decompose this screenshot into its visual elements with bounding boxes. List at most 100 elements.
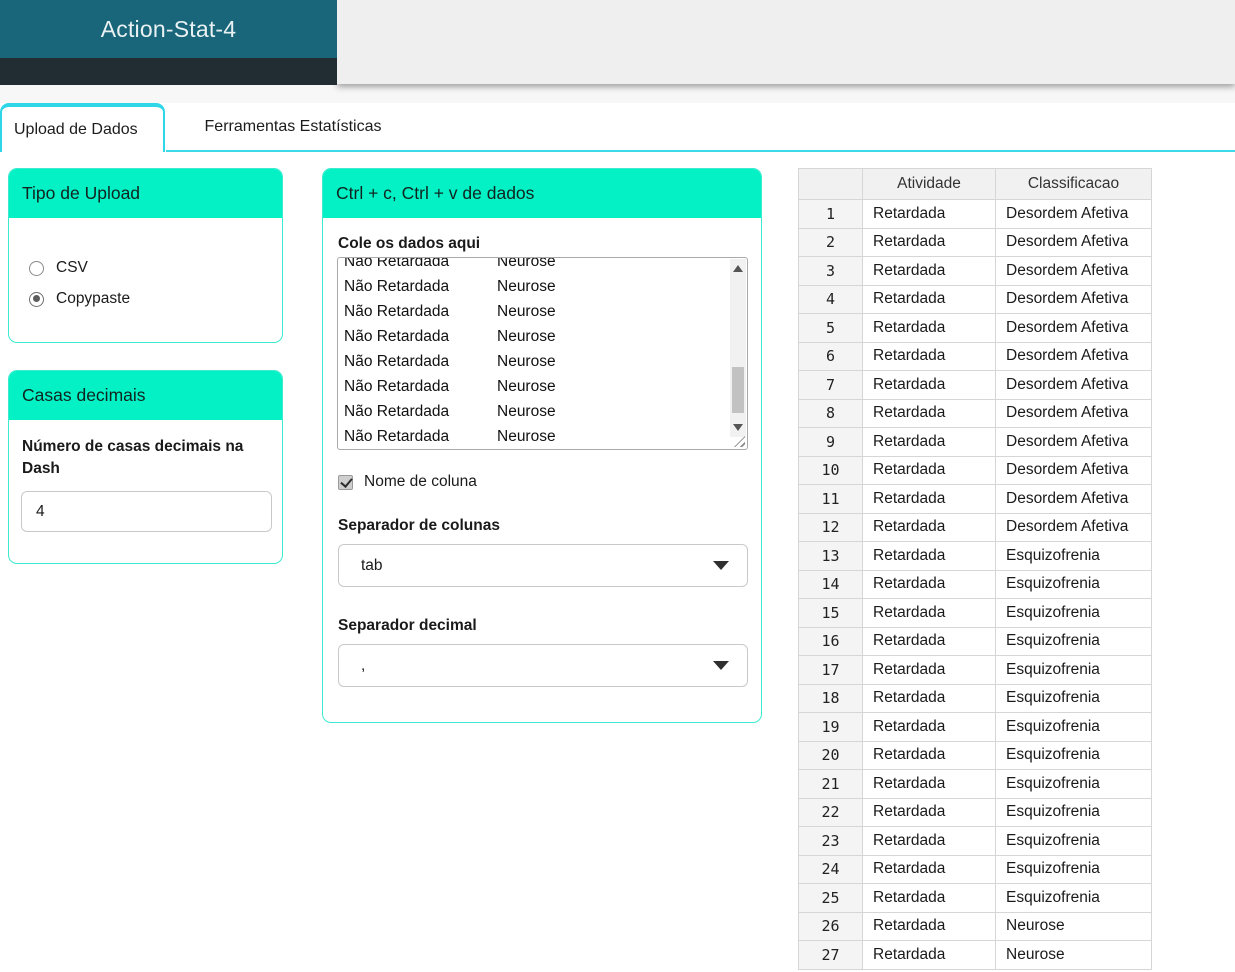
tab-ferramentas-estatisticas[interactable]: Ferramentas Estatísticas [165, 104, 421, 150]
radio-label: Copypaste [56, 290, 131, 307]
table-row: 24 Retardada Esquizofrenia [798, 854, 1152, 884]
app-window: Action-Stat-4 Upload de Dados Ferramenta… [0, 0, 1235, 972]
row-index-cell: 14 [798, 569, 863, 599]
radio-icon[interactable] [29, 291, 44, 307]
classificacao-cell: Esquizofrenia [995, 712, 1152, 742]
classificacao-cell: Desordem Afetiva [995, 370, 1152, 400]
classificacao-cell: Desordem Afetiva [995, 398, 1152, 428]
row-index-cell: 23 [798, 826, 863, 856]
classificacao-cell: Esquizofrenia [995, 883, 1152, 913]
radio-label: CSV [56, 259, 88, 276]
decimals-card-header: Casas decimais [9, 371, 282, 420]
classificacao-cell: Esquizofrenia [995, 769, 1152, 799]
scroll-down-icon[interactable] [733, 424, 743, 431]
decimals-title: Casas decimais [22, 385, 146, 405]
atividade-cell: Retardada [862, 626, 996, 656]
table-row: 26 Retardada Neurose [798, 911, 1152, 941]
column-separator-value: tab [361, 556, 383, 574]
resize-handle-icon[interactable] [734, 436, 745, 447]
row-index-cell: 21 [798, 769, 863, 799]
row-index-cell: 13 [798, 541, 863, 571]
checkbox-label: Nome de coluna [364, 473, 477, 490]
atividade-cell: Retardada [862, 512, 996, 542]
row-index-cell: 15 [798, 598, 863, 628]
table-row: 6 Retardada Desordem Afetiva [798, 341, 1152, 371]
paste-data-label: Cole os dados aqui [338, 235, 481, 252]
classificacao-cell: Desordem Afetiva [995, 341, 1152, 371]
classificacao-cell: Neurose [995, 911, 1152, 941]
row-index-cell: 5 [798, 313, 863, 343]
classificacao-cell: Desordem Afetiva [995, 484, 1152, 514]
decimal-separator-label: Separador decimal [338, 617, 477, 634]
radio-icon[interactable] [29, 260, 44, 276]
classificacao-cell: Esquizofrenia [995, 797, 1152, 827]
radio-option-csv[interactable]: CSV [29, 255, 282, 281]
row-index-cell: 11 [798, 484, 863, 514]
classificacao-cell: Esquizofrenia [995, 626, 1152, 656]
row-index-cell: 26 [798, 911, 863, 941]
pasted-data-line: Não Retardada Neurose [344, 378, 556, 395]
textarea-scrollbar[interactable] [730, 259, 746, 437]
table-row: 19 Retardada Esquizofrenia [798, 712, 1152, 742]
row-index-cell: 7 [798, 370, 863, 400]
table-row: 1 Retardada Desordem Afetiva [798, 199, 1152, 229]
column-name-checkbox-row[interactable]: Nome de coluna [338, 473, 477, 491]
classificacao-cell: Desordem Afetiva [995, 284, 1152, 314]
scrollbar-thumb[interactable] [732, 367, 744, 413]
tabbar-underline [166, 150, 1235, 152]
pasted-data-line: Não Retardada Neurose [344, 278, 556, 295]
atividade-cell: Retardada [862, 227, 996, 257]
header-gray-panel [337, 0, 1235, 84]
app-title: Action-Stat-4 [100, 15, 237, 42]
scroll-up-icon[interactable] [733, 265, 743, 272]
table-row: 12 Retardada Desordem Afetiva [798, 512, 1152, 542]
upload-type-title: Tipo de Upload [22, 183, 141, 203]
decimals-card: Casas decimais Número de casas decimais … [8, 370, 283, 564]
column-separator-label: Separador de colunas [338, 517, 500, 534]
table-row: 9 Retardada Desordem Afetiva [798, 427, 1152, 457]
row-index-cell: 19 [798, 712, 863, 742]
atividade-cell: Retardada [862, 940, 996, 970]
atividade-cell: Retardada [862, 683, 996, 713]
classificacao-cell: Esquizofrenia [995, 826, 1152, 856]
row-index-cell: 17 [798, 655, 863, 685]
classificacao-cell: Esquizofrenia [995, 655, 1152, 685]
tab-tools-label: Ferramentas Estatísticas [204, 118, 382, 135]
atividade-cell: Retardada [862, 313, 996, 343]
row-index-cell: 18 [798, 683, 863, 713]
row-index-cell: 3 [798, 256, 863, 286]
checkbox-icon[interactable] [338, 474, 353, 490]
decimal-separator-dropdown[interactable]: , [338, 644, 748, 687]
table-header-row: Atividade Classificacao [798, 168, 1152, 200]
tab-upload-de-dados[interactable]: Upload de Dados [0, 103, 165, 152]
row-index-cell: 24 [798, 854, 863, 884]
atividade-cell: Retardada [862, 199, 996, 229]
paste-card: Ctrl + c, Ctrl + v de dados Cole os dado… [322, 168, 762, 723]
table-row: 14 Retardada Esquizofrenia [798, 569, 1152, 599]
row-index-cell: 10 [798, 455, 863, 485]
table-row: 8 Retardada Desordem Afetiva [798, 398, 1152, 428]
table-header-classificacao: Classificacao [995, 168, 1152, 200]
atividade-cell: Retardada [862, 398, 996, 428]
paste-textarea[interactable]: Não Retardada Neurose Não Retardada Neurose… [337, 257, 748, 450]
header-strip [0, 84, 1235, 103]
upload-type-radio-group: CSV Copypaste [29, 255, 282, 312]
table-row: 11 Retardada Desordem Afetiva [798, 484, 1152, 514]
row-index-cell: 1 [798, 199, 863, 229]
classificacao-cell: Desordem Afetiva [995, 427, 1152, 457]
pasted-data-line: Não Retardada Neurose [344, 353, 556, 370]
column-separator-dropdown[interactable]: tab [338, 544, 748, 587]
decimals-input[interactable] [21, 491, 272, 532]
pasted-data-line: Não Retardada Neurose [344, 328, 556, 345]
table-row: 3 Retardada Desordem Afetiva [798, 256, 1152, 286]
table-row: 22 Retardada Esquizofrenia [798, 797, 1152, 827]
pasted-data-line: Não Retardada Neurose [344, 428, 556, 445]
atividade-cell: Retardada [862, 854, 996, 884]
table-body: 1 Retardada Desordem Afetiva 2 Retardada Deso… [798, 199, 1152, 970]
atividade-cell: Retardada [862, 911, 996, 941]
data-table: Atividade Classificacao 1 Retardada Desord… [798, 168, 1152, 970]
atividade-cell: Retardada [862, 740, 996, 770]
table-row: 20 Retardada Esquizofrenia [798, 740, 1152, 770]
radio-option-copypaste[interactable]: Copypaste [29, 286, 282, 312]
classificacao-cell: Desordem Afetiva [995, 256, 1152, 286]
